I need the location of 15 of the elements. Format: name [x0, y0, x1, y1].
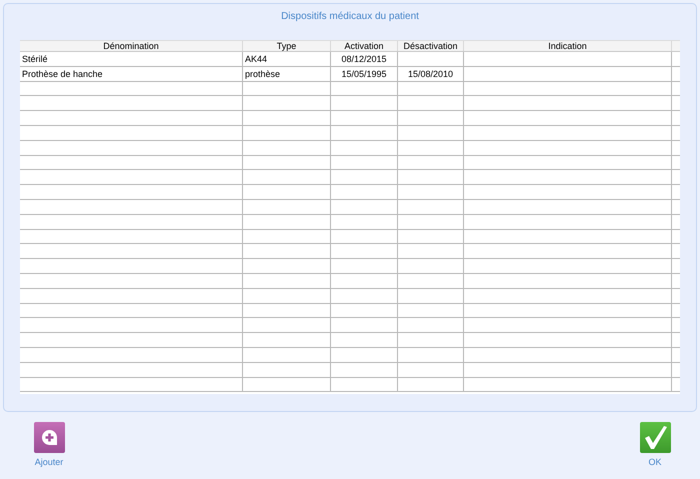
checkmark-icon — [640, 422, 670, 453]
table-cell: Stérilé — [22, 54, 48, 64]
column-header[interactable]: Indication — [464, 41, 672, 51]
dialog-title: Dispositifs médicaux du patient — [281, 11, 419, 23]
column-header[interactable]: Type — [243, 41, 331, 51]
column-header[interactable]: Désactivation — [398, 41, 464, 51]
column-header[interactable]: Dénomination — [20, 41, 243, 51]
table-cell: AK44 — [245, 54, 268, 64]
table-cell: 15/08/2010 — [408, 68, 454, 79]
column-header[interactable]: Activation — [331, 41, 398, 51]
plus-icon — [34, 422, 64, 453]
table-cell: prothèse — [245, 68, 280, 79]
table-cell: Prothèse de hanche — [22, 68, 103, 79]
table-cell: 08/12/2015 — [341, 54, 387, 64]
table-cell: 15/05/1995 — [341, 68, 387, 79]
